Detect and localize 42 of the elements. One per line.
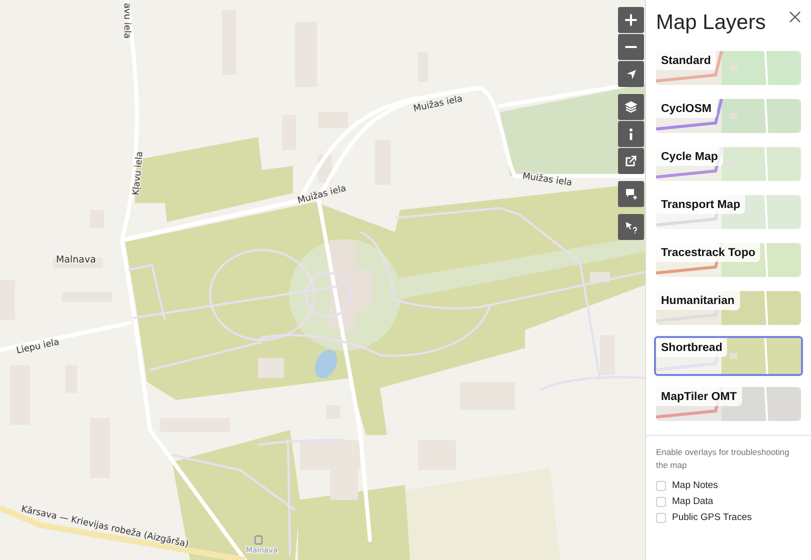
zoom-out-button[interactable] — [618, 34, 644, 60]
share-icon — [625, 155, 637, 167]
overlay-hint: Enable overlays for troubleshooting the map — [656, 446, 790, 472]
layer-option[interactable]: Tracestrack Topo — [656, 243, 801, 277]
layer-option[interactable]: MapTiler OMT — [656, 387, 801, 421]
note-plus-icon — [624, 188, 638, 200]
checkbox[interactable] — [656, 480, 666, 490]
query-features-button[interactable] — [618, 214, 644, 240]
layer-option[interactable]: Humanitarian — [656, 291, 801, 325]
street-label: Muižas iela — [296, 184, 348, 206]
checkbox[interactable] — [656, 496, 666, 506]
street-label: avu iela — [121, 3, 132, 38]
street-label: Liepu iela — [16, 338, 60, 356]
info-icon — [628, 128, 634, 140]
layer-option[interactable]: Transport Map — [656, 195, 801, 229]
layer-option[interactable]: CyclOSM — [656, 99, 801, 133]
pond — [314, 350, 338, 378]
close-button[interactable] — [789, 11, 803, 25]
panel-title: Map Layers — [656, 11, 766, 35]
checkbox[interactable] — [656, 512, 666, 522]
street-label: Muižas iela — [412, 94, 464, 114]
checkbox-label: Map Notes — [672, 480, 718, 491]
place-label: Malnava — [56, 254, 96, 266]
layers-button[interactable] — [618, 94, 644, 120]
checkbox-label: Map Data — [672, 496, 714, 507]
layer-option[interactable]: Cycle Map — [656, 147, 801, 181]
zoom-in-button[interactable] — [618, 7, 644, 33]
location-arrow-icon — [626, 68, 636, 80]
street-label: Kļavu iela — [132, 151, 146, 196]
layers-icon — [625, 101, 637, 113]
info-button[interactable] — [618, 121, 644, 147]
plus-icon — [625, 14, 637, 26]
cursor-question-icon — [624, 220, 638, 234]
layer-option[interactable]: Shortbread — [654, 336, 803, 376]
close-icon — [789, 11, 801, 23]
share-button[interactable] — [618, 148, 644, 174]
street-label: Muižas iela — [522, 172, 573, 188]
add-note-button[interactable] — [618, 181, 644, 207]
layer-option[interactable]: Standard — [656, 51, 801, 85]
checkbox-label: Public GPS Traces — [672, 512, 752, 523]
locate-button[interactable] — [618, 61, 644, 87]
bus-stop-icon — [254, 535, 263, 545]
